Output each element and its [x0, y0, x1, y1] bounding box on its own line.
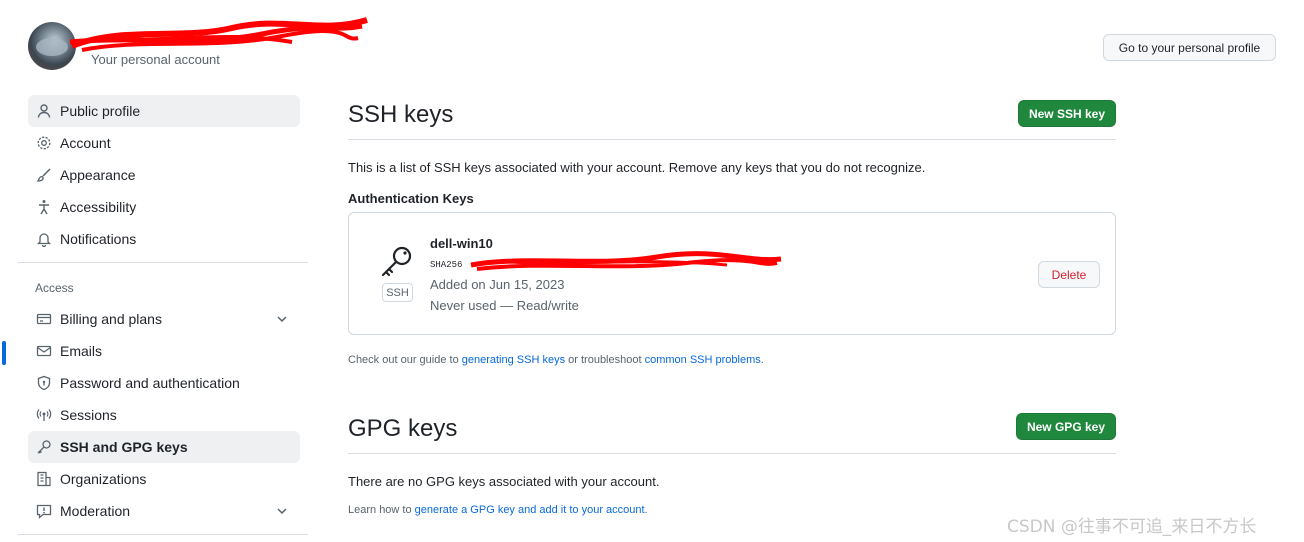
- sidebar-item-label: Account: [60, 135, 111, 151]
- sidebar-item-billing[interactable]: Billing and plans: [28, 303, 300, 335]
- sidebar-item-label: Emails: [60, 343, 103, 359]
- new-gpg-key-button[interactable]: New GPG key: [1016, 413, 1116, 440]
- sidebar-item-label: Notifications: [60, 231, 137, 247]
- generate-gpg-key-link[interactable]: generate a GPG key and add it to your ac…: [415, 504, 645, 516]
- key-icon: [381, 246, 412, 277]
- redacted-fingerprint: [470, 251, 782, 271]
- accessibility-icon: [36, 199, 52, 215]
- sidebar-item-label: Public profile: [60, 103, 141, 119]
- sidebar-item-appearance[interactable]: Appearance: [28, 159, 300, 191]
- generating-ssh-keys-link[interactable]: generating SSH keys: [462, 354, 565, 366]
- sidebar-item-password[interactable]: Password and authentication: [28, 367, 300, 399]
- sidebar-item-account[interactable]: Account: [28, 127, 300, 159]
- gear-icon: [36, 135, 52, 151]
- gpg-keys-title: GPG keys: [348, 415, 458, 442]
- sidebar-divider: [18, 534, 308, 535]
- gpg-learn-text: Learn how to generate a GPG key and add …: [348, 504, 648, 516]
- gpg-empty-text: There are no GPG keys associated with yo…: [348, 474, 660, 489]
- bell-icon: [36, 231, 52, 247]
- common-ssh-problems-link[interactable]: common SSH problems: [645, 354, 761, 366]
- key-fingerprint: SHA256: [430, 260, 463, 270]
- sidebar-divider: [18, 262, 308, 263]
- ssh-badge: SSH: [382, 283, 413, 302]
- section-divider: [348, 453, 1116, 454]
- ssh-key-item: SSH dell-win10 SHA256 Added on Jun 15, 2…: [348, 212, 1116, 335]
- authentication-keys-heading: Authentication Keys: [348, 191, 474, 206]
- key-usage: Never used — Read/write: [430, 298, 579, 313]
- new-ssh-key-button[interactable]: New SSH key: [1018, 100, 1116, 127]
- sidebar-item-emails[interactable]: Emails: [28, 335, 300, 367]
- sidebar-item-label: Organizations: [60, 471, 147, 487]
- sidebar-item-organizations[interactable]: Organizations: [28, 463, 300, 495]
- sidebar-item-label: Accessibility: [60, 199, 137, 215]
- key-icon: [36, 439, 52, 455]
- credit-card-icon: [36, 311, 52, 327]
- shield-lock-icon: [36, 375, 52, 391]
- guide-mid: or troubleshoot: [565, 354, 645, 366]
- sidebar-item-label: Sessions: [60, 407, 117, 423]
- active-indicator: [2, 341, 6, 365]
- guide-prefix: Check out our guide to: [348, 354, 462, 366]
- sidebar-item-ssh-gpg-keys[interactable]: SSH and GPG keys: [28, 431, 300, 463]
- sidebar-item-label: Moderation: [60, 503, 131, 519]
- report-icon: [36, 503, 52, 519]
- chevron-down-icon[interactable]: [274, 311, 290, 327]
- account-subtitle: Your personal account: [91, 52, 220, 67]
- sidebar-item-label: SSH and GPG keys: [60, 439, 188, 455]
- chevron-down-icon[interactable]: [274, 503, 290, 519]
- sidebar-item-public-profile[interactable]: Public profile: [28, 95, 300, 127]
- go-to-profile-button[interactable]: Go to your personal profile: [1103, 34, 1276, 61]
- section-divider: [348, 139, 1116, 140]
- sidebar-item-notifications[interactable]: Notifications: [28, 223, 300, 255]
- organization-icon: [36, 471, 52, 487]
- guide-suffix: .: [760, 354, 764, 366]
- mail-icon: [36, 343, 52, 359]
- sidebar-item-label: Appearance: [60, 167, 136, 183]
- learn-suffix: .: [644, 504, 648, 516]
- sidebar-item-label: Billing and plans: [60, 311, 162, 327]
- broadcast-icon: [36, 407, 52, 423]
- redacted-username: [69, 17, 368, 52]
- sidebar-item-moderation[interactable]: Moderation: [28, 495, 300, 527]
- paintbrush-icon: [36, 167, 52, 183]
- watermark: CSDN @往事不可追_来日不方长: [1007, 517, 1257, 537]
- sidebar-item-accessibility[interactable]: Accessibility: [28, 191, 300, 223]
- ssh-guide-text: Check out our guide to generating SSH ke…: [348, 354, 764, 366]
- learn-prefix: Learn how to: [348, 504, 415, 516]
- ssh-description: This is a list of SSH keys associated wi…: [348, 160, 926, 175]
- key-added-date: Added on Jun 15, 2023: [430, 277, 565, 292]
- delete-key-button[interactable]: Delete: [1038, 261, 1100, 288]
- sidebar-item-sessions[interactable]: Sessions: [28, 399, 300, 431]
- sidebar-item-label: Password and authentication: [60, 375, 240, 391]
- person-icon: [36, 103, 52, 119]
- ssh-keys-title: SSH keys: [348, 101, 454, 128]
- sidebar-heading-access: Access: [35, 281, 74, 295]
